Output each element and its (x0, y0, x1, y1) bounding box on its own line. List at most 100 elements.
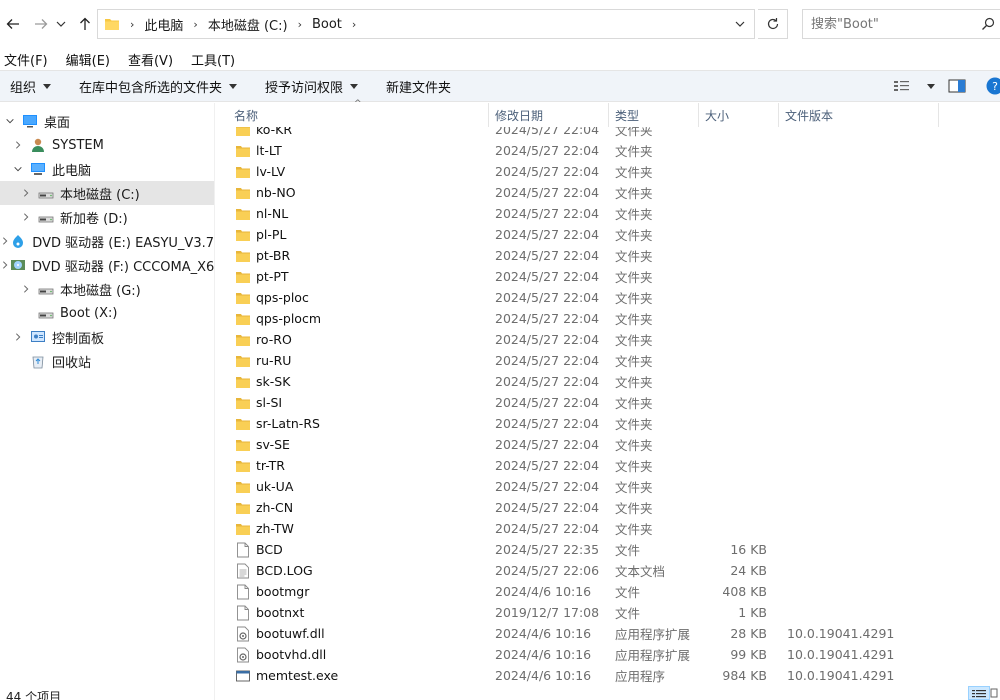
menu-tools[interactable]: 工具(T) (189, 50, 237, 69)
chevron-right-icon[interactable]: › (352, 18, 356, 31)
tree-item[interactable]: DVD 驱动器 (F:) CCCOMA_X6 (0, 253, 214, 277)
search-input[interactable] (803, 10, 963, 38)
file-row[interactable]: pl-PL 2024/5/27 22:04 文件夹 (228, 224, 1000, 245)
file-date: 2024/5/27 22:04 (495, 395, 600, 410)
organize-button[interactable]: 组织 (10, 77, 52, 96)
file-name-cell: memtest.exe (228, 668, 488, 684)
menu-edit[interactable]: 编辑(E) (64, 50, 112, 69)
large-icons-toggle-icon[interactable] (990, 686, 998, 700)
desktop-icon (22, 113, 38, 129)
file-row[interactable]: ro-RO 2024/5/27 22:04 文件夹 (228, 329, 1000, 350)
chevron-right-icon[interactable] (0, 235, 10, 247)
chevron-right-icon[interactable] (12, 331, 24, 343)
file-row[interactable]: memtest.exe 2024/4/6 10:16 应用程序 984 KB 10.0.… (228, 665, 1000, 686)
pane-splitter[interactable] (214, 103, 215, 700)
folder-icon (236, 185, 250, 201)
breadcrumb-this-pc[interactable]: 此电脑 (144, 15, 183, 34)
details-view-toggle-icon[interactable] (968, 686, 990, 700)
file-row[interactable]: pt-PT 2024/5/27 22:04 文件夹 (228, 266, 1000, 287)
file-icon (236, 584, 250, 600)
file-row[interactable]: uk-UA 2024/5/27 22:04 文件夹 (228, 476, 1000, 497)
menu-view[interactable]: 查看(V) (126, 50, 175, 69)
chevron-right-icon[interactable]: › (193, 18, 197, 31)
preview-pane-button[interactable] (948, 79, 966, 96)
chevron-right-icon[interactable] (20, 211, 32, 223)
file-row[interactable]: BCD.LOG 2024/5/27 22:06 文本文档 24 KB (228, 560, 1000, 581)
help-button[interactable]: ? (986, 77, 1000, 98)
file-row[interactable]: zh-CN 2024/5/27 22:04 文件夹 (228, 497, 1000, 518)
file-row[interactable]: bootmgr 2024/4/6 10:16 文件 408 KB (228, 581, 1000, 602)
file-name: sr-Latn-RS (256, 416, 320, 431)
file-row[interactable]: nl-NL 2024/5/27 22:04 文件夹 (228, 203, 1000, 224)
recent-locations-button[interactable] (54, 12, 68, 36)
view-dropdown-icon[interactable] (927, 84, 935, 89)
column-header-version[interactable]: 文件版本 (779, 103, 939, 127)
tree-item[interactable]: 本地磁盘 (C:) (0, 181, 214, 205)
file-row[interactable]: pt-BR 2024/5/27 22:04 文件夹 (228, 245, 1000, 266)
search-box[interactable] (802, 9, 1000, 39)
address-dropdown-icon[interactable] (734, 18, 746, 30)
menu-file[interactable]: 文件(F) (2, 50, 50, 69)
file-row[interactable]: ko-KR 2024/5/27 22:04 文件夹 (228, 127, 1000, 140)
new-folder-button[interactable]: 新建文件夹 (386, 77, 451, 96)
column-header-size[interactable]: 大小 (699, 103, 779, 127)
file-row[interactable]: lt-LT 2024/5/27 22:04 文件夹 (228, 140, 1000, 161)
tree-item[interactable]: 本地磁盘 (G:) (0, 277, 214, 301)
tree-item-label: 本地磁盘 (G:) (60, 283, 141, 299)
chevron-right-icon[interactable] (20, 187, 32, 199)
address-bar[interactable]: › 此电脑 › 本地磁盘 (C:) › Boot › (97, 9, 755, 39)
chevron-down-icon[interactable] (12, 163, 24, 175)
file-date: 2024/4/6 10:16 (495, 668, 592, 683)
file-row[interactable]: qps-ploc 2024/5/27 22:04 文件夹 (228, 287, 1000, 308)
file-row[interactable]: bootuwf.dll 2024/4/6 10:16 应用程序扩展 28 KB 10.0… (228, 623, 1000, 644)
give-access-button[interactable]: 授予访问权限 (265, 77, 359, 96)
tree-item[interactable]: 回收站 (0, 349, 214, 373)
tree-item[interactable]: SYSTEM (0, 133, 214, 157)
file-type: 文件夹 (615, 375, 653, 390)
breadcrumb-local-disk-c[interactable]: 本地磁盘 (C:) (208, 15, 288, 34)
forward-button[interactable] (30, 12, 52, 36)
chevron-right-icon[interactable] (0, 259, 10, 271)
file-row[interactable]: sr-Latn-RS 2024/5/27 22:04 文件夹 (228, 413, 1000, 434)
folder-icon (236, 127, 250, 138)
tree-item[interactable]: DVD 驱动器 (E:) EASYU_V3.7 (0, 229, 214, 253)
change-view-button[interactable] (893, 79, 911, 96)
column-header-date[interactable]: 修改日期 (489, 103, 609, 127)
file-list: ko-KR 2024/5/27 22:04 文件夹 lt-LT 2024/5/27 22… (228, 127, 1000, 687)
chevron-right-icon[interactable] (20, 283, 32, 295)
breadcrumb-boot[interactable]: Boot (312, 17, 342, 32)
file-name-cell: sv-SE (228, 437, 488, 453)
file-name: nb-NO (256, 185, 296, 200)
file-row[interactable]: zh-TW 2024/5/27 22:04 文件夹 (228, 518, 1000, 539)
back-button[interactable] (2, 12, 24, 36)
file-row[interactable]: qps-plocm 2024/5/27 22:04 文件夹 (228, 308, 1000, 329)
chevron-right-icon[interactable] (12, 139, 24, 151)
file-name: ro-RO (256, 332, 292, 347)
column-header-name[interactable]: ^ 名称 (228, 99, 489, 127)
include-in-library-button[interactable]: 在库中包含所选的文件夹 (79, 77, 238, 96)
file-row[interactable]: bootvhd.dll 2024/4/6 10:16 应用程序扩展 99 KB 10.0… (228, 644, 1000, 665)
column-header-type[interactable]: 类型 (609, 103, 699, 127)
file-row[interactable]: sk-SK 2024/5/27 22:04 文件夹 (228, 371, 1000, 392)
file-type: 应用程序扩展 (615, 627, 691, 642)
file-row[interactable]: nb-NO 2024/5/27 22:04 文件夹 (228, 182, 1000, 203)
chevron-right-icon[interactable]: › (298, 18, 302, 31)
tree-item[interactable]: Boot (X:) (0, 301, 214, 325)
chevron-down-icon[interactable] (4, 115, 16, 127)
file-row[interactable]: lv-LV 2024/5/27 22:04 文件夹 (228, 161, 1000, 182)
file-row[interactable]: BCD 2024/5/27 22:35 文件 16 KB (228, 539, 1000, 560)
file-row[interactable]: tr-TR 2024/5/27 22:04 文件夹 (228, 455, 1000, 476)
tree-item[interactable]: 新加卷 (D:) (0, 205, 214, 229)
refresh-button[interactable] (758, 9, 788, 39)
file-row[interactable]: bootnxt 2019/12/7 17:08 文件 1 KB (228, 602, 1000, 623)
file-name-cell: pt-PT (228, 269, 488, 285)
tree-item[interactable]: 此电脑 (0, 157, 214, 181)
file-row[interactable]: sl-SI 2024/5/27 22:04 文件夹 (228, 392, 1000, 413)
file-row[interactable]: ru-RU 2024/5/27 22:04 文件夹 (228, 350, 1000, 371)
column-name-label: 名称 (234, 108, 259, 123)
sort-ascending-icon: ^ (354, 99, 362, 109)
tree-item[interactable]: 桌面 (0, 109, 214, 133)
tree-item[interactable]: 控制面板 (0, 325, 214, 349)
up-button[interactable] (74, 12, 96, 36)
file-row[interactable]: sv-SE 2024/5/27 22:04 文件夹 (228, 434, 1000, 455)
